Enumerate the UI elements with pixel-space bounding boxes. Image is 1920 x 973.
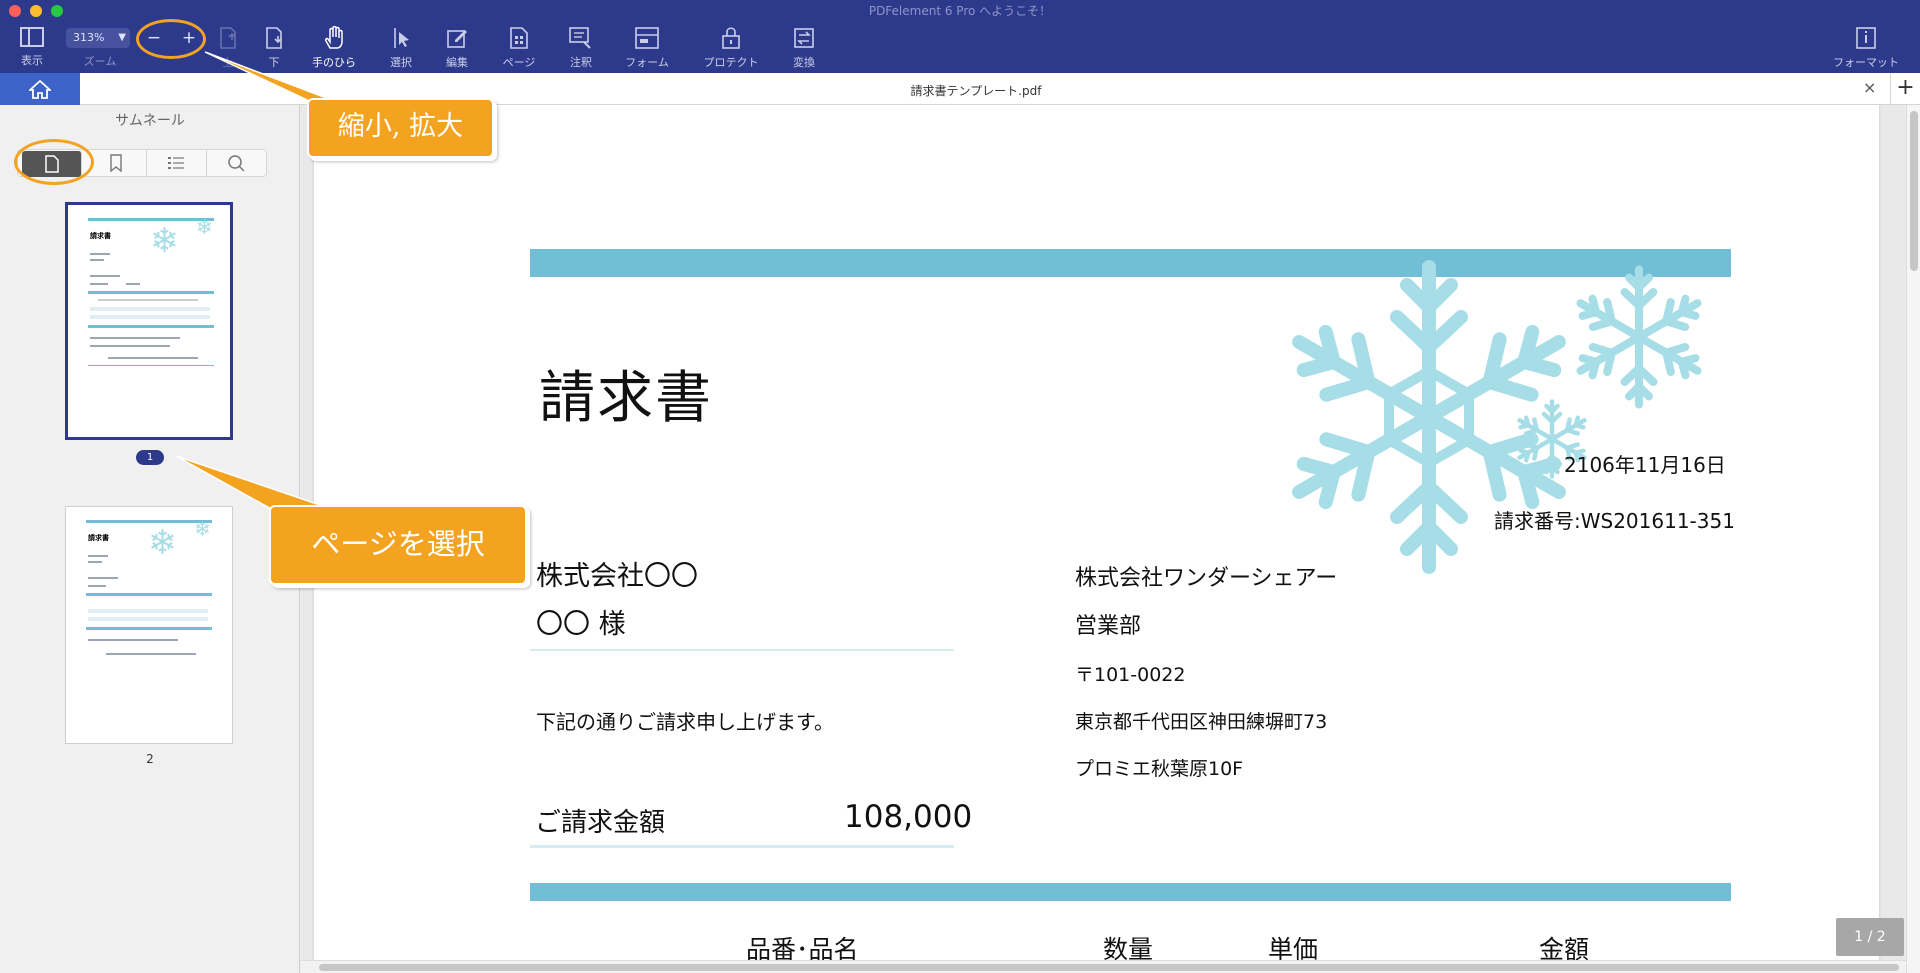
zoom-callout: 縮小, 拡大	[307, 98, 494, 158]
select-page-callout: ページを選択	[269, 505, 527, 585]
callout-arrows	[175, 51, 346, 516]
